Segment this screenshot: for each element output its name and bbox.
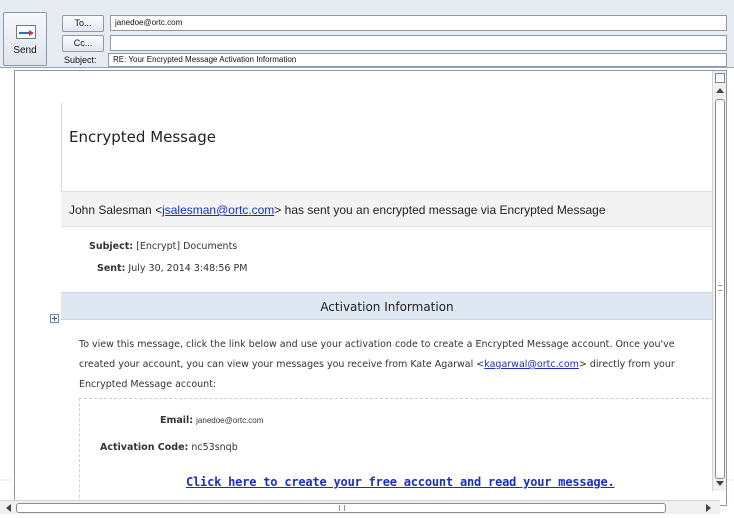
meta-sent-row: Sent: July 30, 2014 3:48:56 PM: [97, 263, 247, 274]
cc-button[interactable]: Cc...: [62, 35, 104, 52]
message-body-frame[interactable]: Encrypted Message John Salesman <jsalesm…: [14, 70, 727, 506]
kagarwal-email-link[interactable]: kagarwal@ortc.com: [484, 359, 579, 370]
horizontal-scrollbar[interactable]: [0, 500, 720, 514]
vertical-grip-icon: [718, 285, 722, 291]
vertical-scrollbar[interactable]: [712, 71, 726, 491]
email-value: janedoe@ortc.com: [196, 416, 264, 425]
sender-line: John Salesman <jsalesman@ortc.com> has s…: [69, 203, 606, 217]
to-button[interactable]: To...: [62, 15, 104, 32]
horizontal-grip-icon: [339, 505, 345, 511]
pane-toggle-icon[interactable]: [715, 73, 725, 83]
subject-field[interactable]: RE: Your Encrypted Message Activation In…: [108, 53, 727, 67]
sender-close-bracket: >: [274, 203, 282, 217]
sender-name: John Salesman: [69, 203, 152, 217]
horizontal-scroll-thumb[interactable]: [16, 503, 666, 513]
activation-code-value: nc53snqb: [191, 442, 238, 453]
vertical-scroll-thumb[interactable]: [715, 99, 725, 479]
scroll-up-arrow-icon[interactable]: [716, 88, 724, 93]
meta-sent-value: July 30, 2014 3:48:56 PM: [128, 263, 248, 274]
message-content: Encrypted Message John Salesman <jsalesm…: [15, 71, 713, 505]
activation-title: Activation Information: [320, 300, 454, 314]
sender-email-link[interactable]: jsalesman@ortc.com: [162, 203, 274, 217]
expand-plus-icon[interactable]: [50, 314, 59, 323]
email-row: Email: janedoe@ortc.com: [160, 415, 263, 426]
subject-label: Subject:: [64, 55, 97, 65]
activation-band: Activation Information: [61, 292, 713, 320]
activation-code-box: Email: janedoe@ortc.com Activation Code:…: [79, 398, 713, 505]
scroll-down-arrow-icon[interactable]: [716, 481, 724, 486]
sender-band: John Salesman <jsalesman@ortc.com> has s…: [61, 191, 713, 227]
meta-sent-label: Sent:: [97, 263, 126, 274]
cc-field[interactable]: [110, 35, 727, 51]
to-field[interactable]: janedoe@ortc.com: [110, 15, 727, 31]
create-account-link[interactable]: Click here to create your free account a…: [186, 475, 615, 489]
send-label: Send: [13, 45, 37, 56]
compose-header: Send To... janedoe@ortc.com Cc... Subjec…: [0, 0, 734, 68]
meta-subject-label: Subject:: [89, 241, 134, 252]
title-divider: [61, 103, 71, 197]
envelope-send-icon: [16, 25, 36, 39]
activation-code-label: Activation Code:: [100, 442, 189, 453]
email-label: Email:: [160, 415, 194, 426]
meta-subject-row: Subject: [Encrypt] Documents: [89, 241, 237, 252]
scroll-left-arrow-icon[interactable]: [6, 504, 11, 512]
sender-suffix: has sent you an encrypted message via En…: [284, 203, 606, 217]
send-button[interactable]: Send: [3, 12, 47, 66]
meta-subject-value: [Encrypt] Documents: [136, 241, 238, 252]
scroll-right-arrow-icon[interactable]: [706, 504, 711, 512]
activation-code-row: Activation Code: nc53snqb: [100, 442, 238, 453]
instructions-paragraph: To view this message, click the link bel…: [79, 335, 713, 395]
message-title: Encrypted Message: [69, 128, 216, 146]
